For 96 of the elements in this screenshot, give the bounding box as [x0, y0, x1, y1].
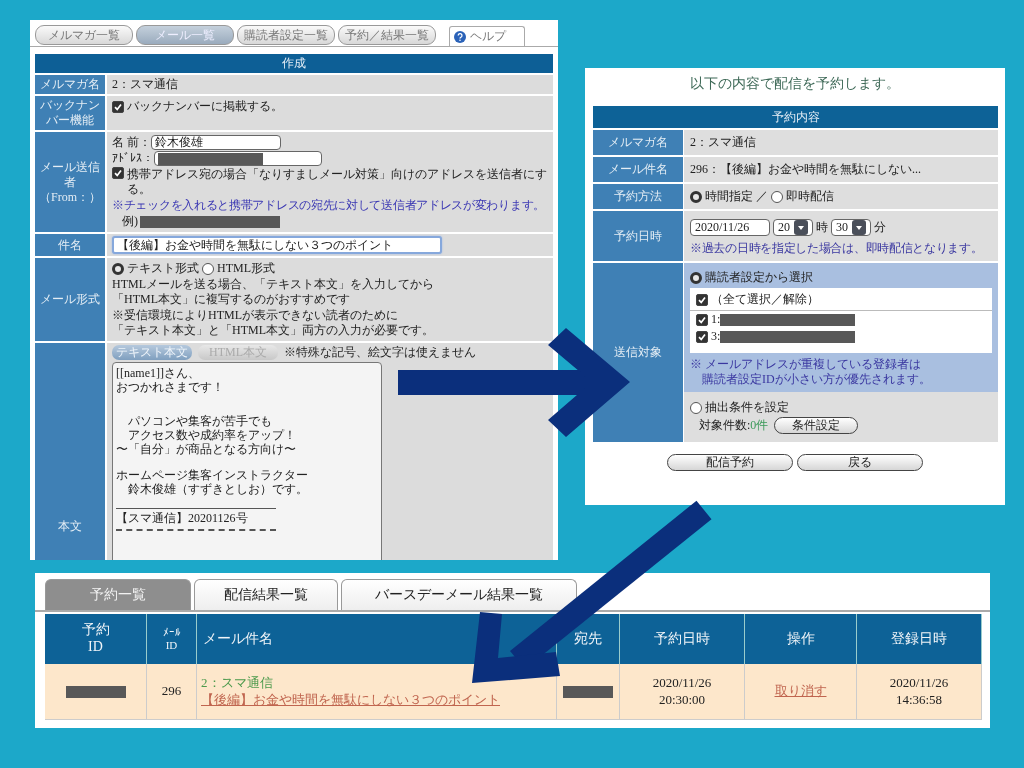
- checkbox[interactable]: [112, 100, 124, 113]
- body-line: 【スマ通信】20201126号: [116, 511, 249, 525]
- column-header: 予約 ID: [45, 614, 147, 664]
- cancel-link[interactable]: 取り消す: [774, 683, 827, 700]
- checkbox-label: 携帯アドレス宛の場合「なりすましメール対策」向けのアドレスを送信者にする。: [127, 167, 548, 197]
- date-field[interactable]: 2020/11/26: [690, 218, 770, 236]
- note-text: 購読者設定IDが小さい方が優先されます。: [701, 372, 932, 387]
- note-text: ※過去の日時を指定した場合は、即時配信となります。: [690, 240, 984, 256]
- value-cell: 2：スマ通信: [107, 75, 553, 94]
- body-line: 〜「自分」が商品となる方向け〜: [116, 442, 297, 456]
- row-label: メール送信者 （From：）: [35, 132, 105, 232]
- row-label: 送信対象: [593, 263, 683, 442]
- help-text: HTMLメールを送る場合、「テキスト本文」を入力してから: [112, 277, 435, 292]
- body-line: [[name1]]さん、: [116, 366, 201, 380]
- redaction-bar: [65, 685, 126, 698]
- radio-button[interactable]: [690, 401, 702, 414]
- table-cell: 296: [147, 664, 197, 720]
- page-heading: 以下の内容で配信を予約します。: [689, 75, 901, 93]
- note-text: ※チェックを入れると携帯アドレスの宛先に対して送信者アドレスが変わります。: [112, 198, 545, 213]
- column-header: 登録日時: [857, 614, 982, 664]
- separator-text: ／: [756, 189, 768, 204]
- nav-tab[interactable]: 購読者設定一覧: [237, 25, 335, 45]
- unit-text: 分: [874, 219, 886, 235]
- table-title: 予約内容: [593, 106, 998, 128]
- example-label: 例): [122, 214, 138, 229]
- count-label: 対象件数:: [699, 418, 751, 433]
- subject-field[interactable]: 【後編】お金や時間を無駄にしない３つのポイント: [112, 236, 442, 254]
- value-text: 2：スマ通信: [690, 135, 757, 150]
- dropdown-icon: [852, 219, 866, 235]
- radio-label: 抽出条件を設定: [705, 400, 789, 415]
- radio-button[interactable]: [690, 271, 702, 284]
- body-field[interactable]: [[name1]]さん、 おつかれさまです！ パソコンや集客が苦手でも アクセス数や成約率をアップ！ 〜「自分」が商品となる方向け〜 ホームページ集客インストラクター 鈴木俊雄（すずきとしお）です。 【スマ通信】20201126号: [112, 362, 382, 560]
- field-label: ｱﾄﾞﾚｽ：: [112, 151, 154, 166]
- checkbox[interactable]: [696, 313, 708, 326]
- help-icon: [454, 30, 466, 43]
- row-label: 予約方法: [593, 184, 683, 209]
- note-text: ※受信環境によりHTMLが表示できない読者のために: [112, 308, 399, 323]
- note-text: 「テキスト本文」と「HTML本文」両方の入力が必要です。: [112, 323, 435, 338]
- action-button[interactable]: 戻る: [797, 454, 923, 471]
- checkbox[interactable]: [696, 330, 708, 343]
- row-label: 予約日時: [593, 211, 683, 261]
- checkbox-label: バックナンバーに掲載する。: [127, 99, 283, 114]
- redaction-bar: [563, 685, 613, 698]
- column-header: 予約日時: [620, 614, 745, 664]
- radio-button[interactable]: [771, 190, 783, 203]
- table-cell: 2020/11/26 14:36:58: [857, 664, 982, 720]
- radio-button[interactable]: [112, 262, 124, 275]
- minute-select[interactable]: 30: [831, 218, 871, 236]
- body-line: アクセス数や成約率をアップ！: [127, 428, 297, 442]
- help-text: 「HTML本文」に複写するのがおすすめです: [112, 292, 351, 307]
- note-text: ※ メールアドレスが重複している登録者は: [690, 357, 922, 372]
- checkbox[interactable]: [112, 167, 124, 179]
- checkbox-label: （全て選択／解除）: [711, 292, 819, 307]
- radio-label: 即時配信: [786, 189, 834, 204]
- nav-tab[interactable]: メルマガ一覧: [35, 25, 133, 45]
- body-line: ホームページ集客インストラクター: [116, 468, 309, 482]
- note-text: ※特殊な記号、絵文字は使えません: [284, 345, 476, 360]
- column-header: 操作: [745, 614, 857, 664]
- condition-button[interactable]: 条件設定: [774, 417, 859, 434]
- checkbox[interactable]: [696, 293, 708, 306]
- row-label: メルマガ名: [593, 130, 683, 155]
- radio-label: 時間指定: [705, 189, 753, 204]
- column-header: ﾒｰﾙ ID: [147, 614, 197, 664]
- checkbox-label: 1:: [711, 312, 721, 327]
- subject-link[interactable]: 【後編】お金や時間を無駄にしない３つのポイント: [201, 691, 500, 709]
- unit-text: 時: [816, 219, 828, 235]
- radio-label: テキスト形式: [127, 261, 199, 276]
- hour-select[interactable]: 20: [773, 218, 813, 236]
- table-cell: 2020/11/26 20:30:00: [620, 664, 745, 720]
- nav-tab[interactable]: 予約／結果一覧: [338, 25, 436, 45]
- value-text: 296：【後編】お金や時間を無駄にしない...: [690, 162, 922, 177]
- body-line: おつかれさまです！: [116, 380, 225, 394]
- body-line: 鈴木俊雄（すずきとしお）です。: [127, 482, 309, 496]
- row-label: メール形式: [35, 258, 105, 341]
- help-tab[interactable]: ヘルプ: [449, 26, 525, 46]
- radio-button[interactable]: [690, 190, 702, 203]
- body-line: パソコンや集客が苦手でも: [127, 414, 273, 428]
- list-tab[interactable]: 配信結果一覧: [194, 579, 338, 610]
- field-label: 名 前：: [112, 135, 151, 150]
- radio-label: HTML形式: [217, 261, 275, 276]
- name-field[interactable]: 鈴木俊雄: [151, 135, 281, 150]
- checkbox-label: 3:: [711, 329, 721, 344]
- radio-button[interactable]: [202, 262, 214, 275]
- row-label: メルマガ名: [35, 75, 105, 94]
- row-label: メール件名: [593, 157, 683, 182]
- row-label: 本文: [35, 343, 105, 560]
- action-button[interactable]: 配信予約: [667, 454, 793, 471]
- dropdown-icon: [794, 219, 808, 235]
- address-field[interactable]: [154, 151, 322, 166]
- count-value: 0件: [750, 418, 769, 433]
- list-tab[interactable]: バースデーメール結果一覧: [341, 579, 577, 610]
- row-label: バックナンバー機能: [35, 96, 105, 130]
- magazine-name: 2：スマ通信: [201, 674, 273, 692]
- radio-label: 購読者設定から選択: [705, 270, 813, 285]
- row-label: 件名: [35, 234, 105, 256]
- form-title: 作成: [35, 54, 553, 73]
